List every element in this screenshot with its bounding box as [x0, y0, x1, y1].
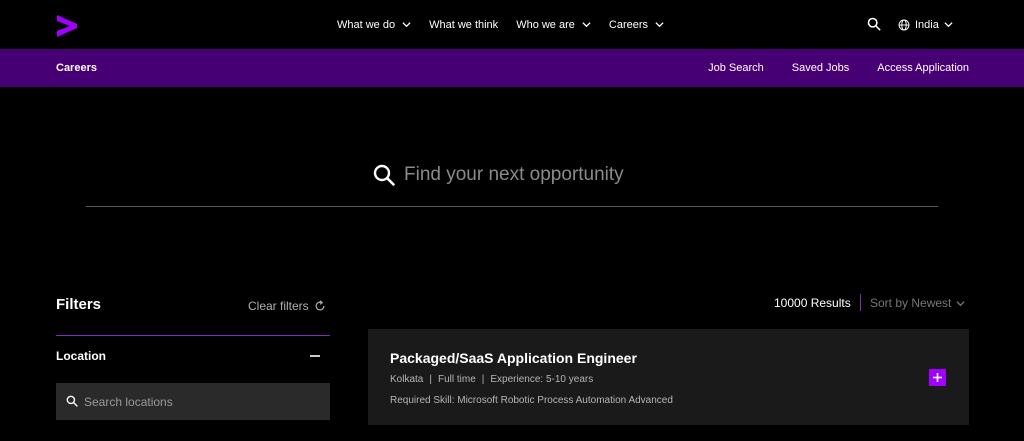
chevron-down-icon — [944, 22, 953, 28]
job-required-skill: Required Skill: Microsoft Robotic Proces… — [390, 395, 673, 406]
job-search-input[interactable] — [404, 160, 904, 190]
job-location: Kolkata — [390, 374, 424, 385]
nav-who-we-are[interactable]: Who we are — [516, 19, 591, 31]
location-filter-label[interactable]: Location — [56, 349, 106, 363]
subnav-title[interactable]: Careers — [56, 49, 97, 87]
search-icon[interactable] — [867, 17, 881, 31]
sort-label: Sort by Newest — [870, 296, 952, 310]
collapse-minus-icon[interactable] — [308, 349, 322, 363]
region-label: India — [915, 18, 939, 31]
top-navigation: What we do What we think Who we are Care… — [0, 0, 1024, 49]
job-title[interactable]: Packaged/SaaS Application Engineer — [390, 350, 637, 366]
nav-what-we-think[interactable]: What we think — [429, 19, 498, 31]
meta-separator: | — [481, 374, 485, 385]
subnav-saved-jobs[interactable]: Saved Jobs — [792, 62, 849, 74]
job-type: Full time — [437, 374, 476, 385]
search-icon — [373, 164, 395, 186]
expand-plus-icon[interactable] — [929, 369, 946, 386]
globe-icon — [898, 19, 910, 30]
accenture-logo-icon[interactable] — [55, 13, 79, 37]
results-count: 10000 Results — [774, 296, 851, 310]
chevron-down-icon — [582, 22, 591, 28]
meta-separator: | — [429, 374, 432, 385]
location-search-input[interactable] — [84, 383, 324, 420]
nav-what-we-do[interactable]: What we do — [337, 19, 411, 31]
clear-filters-button[interactable]: Clear filters — [248, 299, 326, 313]
job-meta: Kolkata | Full time | Experience: 5-10 y… — [390, 374, 593, 385]
results-divider — [860, 294, 861, 311]
job-experience: Experience: 5-10 years — [490, 374, 594, 385]
job-search-bar — [86, 150, 938, 207]
filters-title: Filters — [56, 296, 102, 313]
clear-filters-label: Clear filters — [248, 299, 309, 313]
chevron-down-icon — [655, 22, 664, 28]
sort-dropdown[interactable]: Sort by Newest — [870, 296, 965, 310]
search-icon — [66, 395, 78, 407]
chevron-down-icon — [402, 22, 411, 28]
job-card[interactable]: Packaged/SaaS Application Engineer Kolka… — [368, 329, 969, 425]
reset-icon — [315, 300, 325, 311]
main-menu: What we do What we think Who we are Care… — [337, 0, 682, 49]
careers-subnav: Careers Job Search Saved Jobs Access App… — [0, 49, 1024, 87]
location-search-box — [56, 383, 330, 420]
filters-divider — [56, 335, 330, 336]
region-selector[interactable]: India — [898, 0, 953, 49]
subnav-access-application[interactable]: Access Application — [877, 62, 969, 74]
chevron-down-icon — [956, 300, 965, 306]
subnav-links: Job Search Saved Jobs Access Application — [680, 49, 969, 87]
nav-careers[interactable]: Careers — [609, 19, 664, 31]
subnav-job-search[interactable]: Job Search — [708, 62, 764, 74]
